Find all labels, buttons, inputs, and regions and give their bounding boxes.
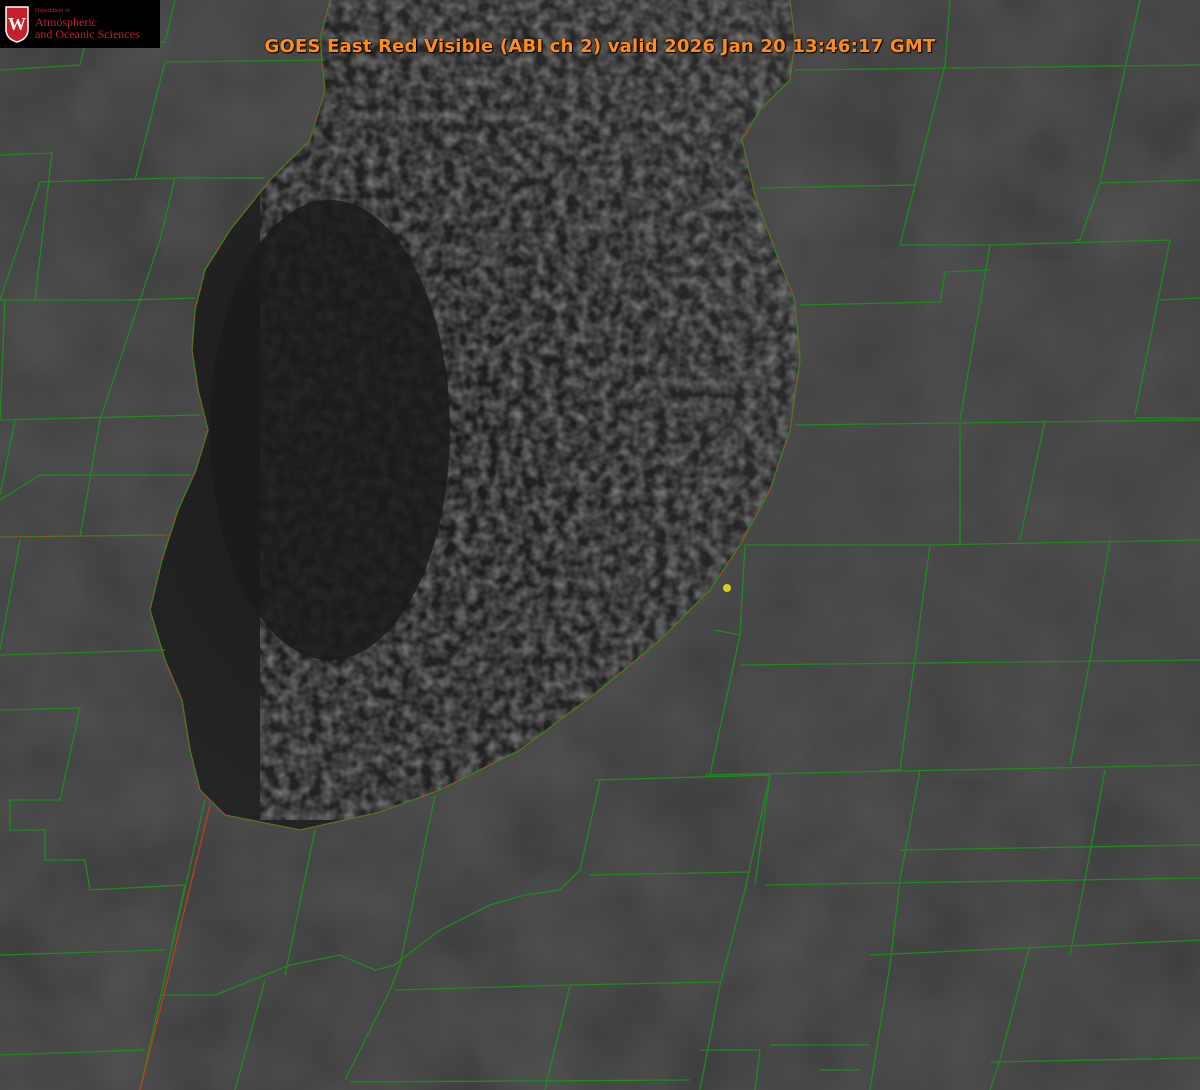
satellite-image-view: W Department of Atmospheric and Oceanic …: [0, 0, 1200, 1090]
crest-letter: W: [8, 14, 26, 34]
satellite-map: [0, 0, 1200, 1090]
logo-department-text: Department of: [35, 8, 70, 14]
location-marker: [723, 584, 731, 592]
image-title: GOES East Red Visible (ABI ch 2) valid 2…: [264, 36, 936, 57]
land-haze-east: [740, 260, 1200, 780]
